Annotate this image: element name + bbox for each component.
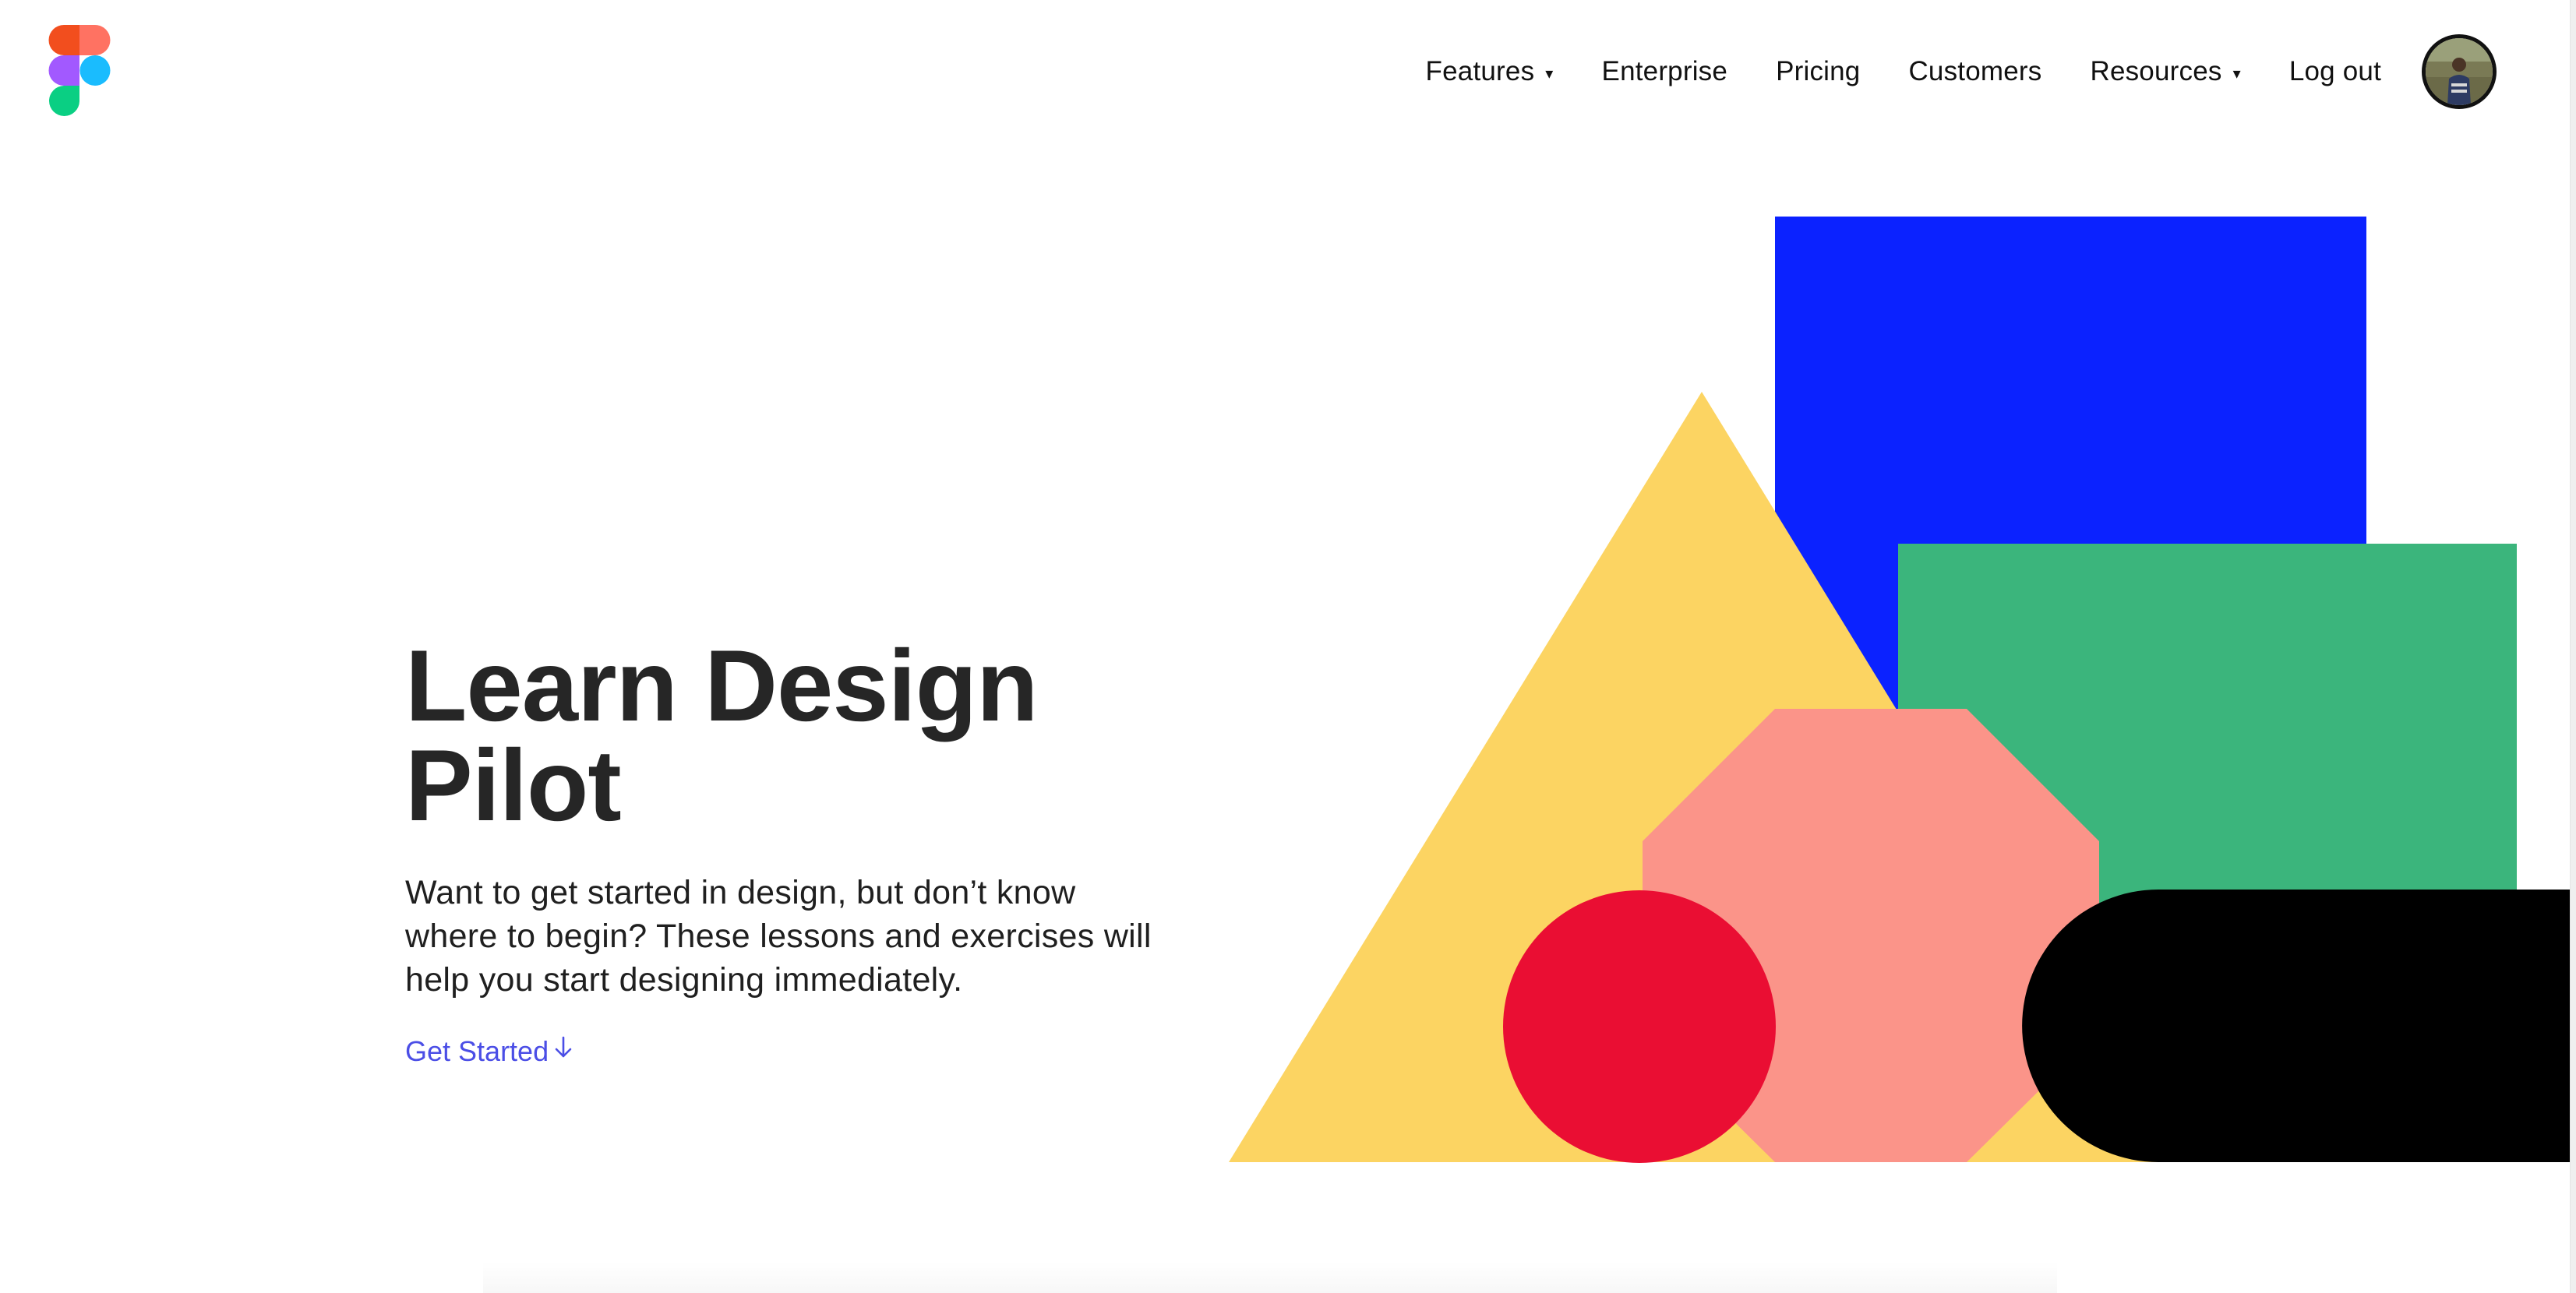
hero-title-line-2: Pilot bbox=[405, 728, 622, 842]
figma-logo-icon[interactable] bbox=[48, 25, 111, 117]
page: Features ▾ Enterprise Pricing Customers … bbox=[0, 0, 2576, 1293]
next-section-edge bbox=[483, 1262, 2057, 1293]
nav-resources-label: Resources bbox=[2090, 56, 2222, 86]
hero-subtitle-line-3: help you start designing immediately. bbox=[405, 961, 963, 999]
nav-resources[interactable]: Resources ▾ bbox=[2090, 56, 2240, 87]
nav-logout[interactable]: Log out bbox=[2289, 56, 2381, 87]
hero-title-line-1: Learn Design bbox=[405, 629, 1039, 742]
user-avatar-icon[interactable] bbox=[2422, 34, 2497, 109]
nav-features-label: Features bbox=[1425, 56, 1535, 86]
yellow-triangle-shape bbox=[1229, 392, 2174, 1162]
arrow-down-icon bbox=[553, 1034, 573, 1068]
chevron-down-icon: ▾ bbox=[2232, 65, 2241, 83]
nav-enterprise-label: Enterprise bbox=[1601, 56, 1728, 86]
black-pill-shape bbox=[2022, 890, 2576, 1162]
scrollbar-track[interactable] bbox=[2570, 0, 2576, 1293]
nav-pricing-label: Pricing bbox=[1776, 56, 1861, 86]
green-square-shape bbox=[1898, 544, 2517, 1162]
hero-subtitle: Want to get started in design, but don’t… bbox=[405, 871, 1216, 1002]
hero-subtitle-line-1: Want to get started in design, but don’t… bbox=[405, 874, 1076, 911]
get-started-link[interactable]: Get Started bbox=[405, 1034, 573, 1068]
nav-features[interactable]: Features ▾ bbox=[1426, 56, 1554, 87]
salmon-octagon-shape bbox=[1643, 709, 2099, 1162]
main-nav: Features ▾ Enterprise Pricing Customers … bbox=[1426, 34, 2381, 109]
nav-customers[interactable]: Customers bbox=[1908, 56, 2041, 87]
chevron-down-icon: ▾ bbox=[1545, 65, 1554, 83]
hero-title: Learn Design Pilot bbox=[405, 635, 1184, 836]
nav-enterprise[interactable]: Enterprise bbox=[1602, 56, 1728, 87]
red-circle-shape bbox=[1503, 890, 1776, 1163]
hero-subtitle-line-2: where to begin? These lessons and exerci… bbox=[405, 918, 1152, 955]
nav-customers-label: Customers bbox=[1908, 56, 2042, 86]
get-started-label: Get Started bbox=[405, 1034, 549, 1067]
blue-square-shape bbox=[1775, 217, 2366, 793]
nav-pricing[interactable]: Pricing bbox=[1776, 56, 1860, 87]
nav-logout-label: Log out bbox=[2288, 56, 2381, 86]
hero-illustration bbox=[1229, 217, 2576, 1163]
